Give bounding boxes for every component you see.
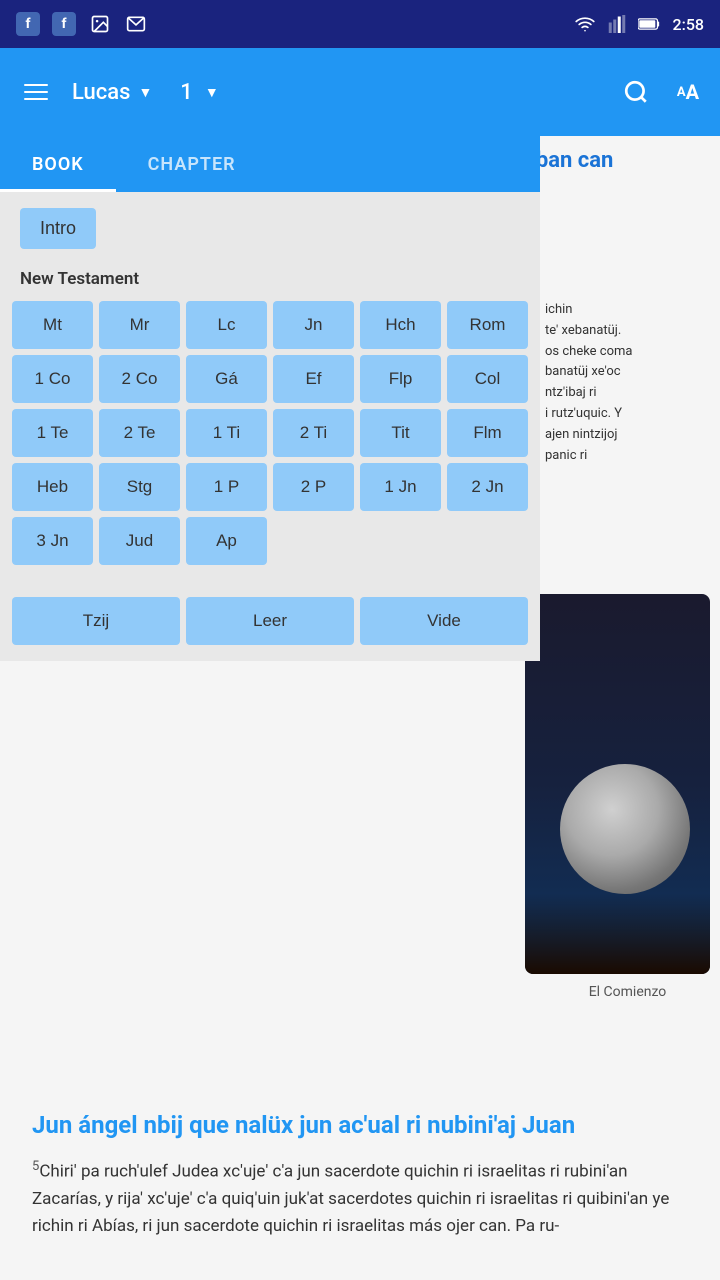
time: 2:58: [673, 15, 705, 34]
chapter-number[interactable]: 1: [180, 80, 193, 105]
book-1p[interactable]: 1 P: [186, 463, 267, 511]
book-flp[interactable]: Flp: [360, 355, 441, 403]
battery-icon: [637, 12, 661, 36]
hamburger-line-1: [24, 84, 48, 86]
intro-button[interactable]: Intro: [20, 208, 96, 249]
book-jud[interactable]: Jud: [99, 517, 180, 565]
book-ga[interactable]: Gá: [186, 355, 267, 403]
leer-button[interactable]: Leer: [186, 597, 354, 645]
mail-icon: [124, 12, 148, 36]
book-mt[interactable]: Mt: [12, 301, 93, 349]
bible-chapter-heading: Jun ángel nbij que nalüx jun ac'ual ri n…: [32, 1110, 688, 1141]
book-2te[interactable]: 2 Te: [99, 409, 180, 457]
signal-icon: [605, 12, 629, 36]
book-1ti[interactable]: 1 Ti: [186, 409, 267, 457]
bible-text: Chiri' pa ruch'ulef Judea xc'uje' c'a ju…: [32, 1162, 669, 1236]
spacer: [0, 573, 540, 589]
image-icon: [88, 12, 112, 36]
book-1jn[interactable]: 1 Jn: [360, 463, 441, 511]
moon-image: [525, 594, 710, 974]
font-size-button[interactable]: A A: [672, 76, 704, 108]
hamburger-line-2: [24, 91, 48, 93]
background-heading: iban can: [520, 136, 720, 187]
horizon: [525, 894, 710, 974]
intro-section: Intro: [0, 192, 540, 257]
status-bar-right: 2:58: [573, 12, 705, 36]
book-grid: Mt Mr Lc Jn Hch Rom 1 Co 2 Co Gá Ef Flp …: [0, 297, 540, 573]
vide-button[interactable]: Vide: [360, 597, 528, 645]
book-col[interactable]: Col: [447, 355, 528, 403]
background-bible-text: ichin te' xebanatüj. os cheke coma banat…: [535, 290, 720, 476]
book-chapter-panel: BOOK CHAPTER Intro New Testament Mt Mr L…: [0, 136, 540, 661]
hamburger-line-3: [24, 98, 48, 100]
tzij-button[interactable]: Tzij: [12, 597, 180, 645]
status-bar-left: f f: [16, 12, 148, 36]
book-lc[interactable]: Lc: [186, 301, 267, 349]
footer-buttons: Tzij Leer Vide: [0, 589, 540, 661]
new-testament-header: New Testament: [0, 257, 540, 297]
book-flm[interactable]: Flm: [447, 409, 528, 457]
chapter-dropdown-icon[interactable]: ▼: [205, 84, 219, 101]
book-2co[interactable]: 2 Co: [99, 355, 180, 403]
book-tit[interactable]: Tit: [360, 409, 441, 457]
book-3jn[interactable]: 3 Jn: [12, 517, 93, 565]
app-bar-title: Lucas ▼ 1 ▼: [72, 80, 620, 105]
panel: BOOK CHAPTER Intro New Testament Mt Mr L…: [0, 136, 540, 661]
book-name[interactable]: Lucas: [72, 80, 130, 105]
status-bar: f f: [0, 0, 720, 48]
book-ap[interactable]: Ap: [186, 517, 267, 565]
tab-chapter[interactable]: CHAPTER: [116, 136, 268, 192]
book-mr[interactable]: Mr: [99, 301, 180, 349]
book-stg[interactable]: Stg: [99, 463, 180, 511]
wifi-icon: [573, 12, 597, 36]
book-1co[interactable]: 1 Co: [12, 355, 93, 403]
book-hch[interactable]: Hch: [360, 301, 441, 349]
book-1te[interactable]: 1 Te: [12, 409, 93, 457]
facebook-icon-1: f: [16, 12, 40, 36]
facebook-icon-2: f: [52, 12, 76, 36]
book-jn[interactable]: Jn: [273, 301, 354, 349]
bible-text-section: Jun ángel nbij que nalüx jun ac'ual ri n…: [0, 1090, 720, 1260]
moon-circle: [560, 764, 690, 894]
menu-button[interactable]: [16, 72, 56, 112]
book-2ti[interactable]: 2 Ti: [273, 409, 354, 457]
book-2jn[interactable]: 2 Jn: [447, 463, 528, 511]
image-caption: El Comienzo: [535, 976, 720, 1008]
app-bar-actions: A A: [620, 76, 704, 108]
tab-book[interactable]: BOOK: [0, 136, 116, 192]
book-ef[interactable]: Ef: [273, 355, 354, 403]
page: f f: [0, 0, 720, 1280]
app-bar: Lucas ▼ 1 ▼ A A: [0, 48, 720, 136]
bible-paragraph: 5Chiri' pa ruch'ulef Judea xc'uje' c'a j…: [32, 1157, 688, 1240]
book-2p[interactable]: 2 P: [273, 463, 354, 511]
book-dropdown-icon[interactable]: ▼: [138, 84, 152, 101]
book-heb[interactable]: Heb: [12, 463, 93, 511]
tab-bar: BOOK CHAPTER: [0, 136, 540, 192]
search-button[interactable]: [620, 76, 652, 108]
book-rom[interactable]: Rom: [447, 301, 528, 349]
